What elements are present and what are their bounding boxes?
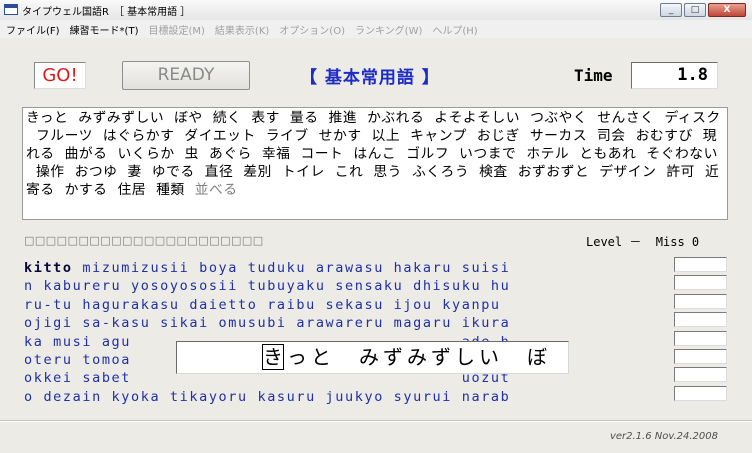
word-item: ぼや xyxy=(174,110,203,126)
word-item: ともあれ xyxy=(579,146,637,162)
version-label: ver2.1.6 Nov.24.2008 xyxy=(609,431,718,442)
romaji-line: n kabureru yosoyososii tubuyaku sensaku … xyxy=(24,278,511,295)
word-item: 幸福 xyxy=(261,146,291,162)
menu-help[interactable]: ヘルプ(H) xyxy=(432,22,477,37)
word-item: 直径 xyxy=(204,164,234,180)
typing-input[interactable]: きっと みずみずしい ぼ xyxy=(176,341,569,374)
menu-bar: ファイル(F) 練習モード*(T) 目標設定(M) 結果表示(K) オプション(… xyxy=(0,20,752,38)
word-item: 住居 xyxy=(117,182,147,198)
miss-box xyxy=(674,385,727,401)
romaji-line: kitto mizumizusii boya tuduku arawasu ha… xyxy=(24,259,654,277)
typed-romaji: kitto xyxy=(24,260,73,276)
word-item: はんこ xyxy=(353,146,397,162)
word-item: おむすび xyxy=(635,128,693,144)
menu-practice-mode[interactable]: 練習モード*(T) xyxy=(70,22,139,37)
miss-box-column xyxy=(674,257,727,404)
miss-box xyxy=(674,348,727,364)
miss-box xyxy=(674,257,727,272)
romaji-line: o dezain kyoka tikayoru kasuru juukyo sy… xyxy=(24,388,511,405)
word-item: コート xyxy=(300,146,344,162)
word-item: いつまで xyxy=(459,146,517,162)
romaji-panel: kitto mizumizusii boya tuduku arawasu ha… xyxy=(24,259,654,406)
miss-box xyxy=(674,312,727,328)
word-item: せかす xyxy=(318,128,362,144)
word-item: ライブ xyxy=(265,128,309,144)
word-item: あぐら xyxy=(208,146,252,162)
word-list: きっと みずみずしい ぼや 続く 表す 量る 推進 かぶれる よそよそしい つぶやく せんさく ディス… xyxy=(22,107,728,220)
romaji-line: ru-tu hagurakasu daietto raibu sekasu ij… xyxy=(24,296,501,313)
word-item: ダイエット xyxy=(184,128,256,144)
word-item: ゴルフ xyxy=(406,146,450,162)
word-item: 表す xyxy=(251,110,280,126)
word-item: おじぎ xyxy=(476,128,520,144)
current-char: き xyxy=(262,344,284,370)
word-item: はぐらかす xyxy=(102,128,175,144)
word-item: おずおずと xyxy=(517,164,590,180)
word-item: かぶれる xyxy=(367,110,425,126)
time-label: Time xyxy=(574,66,613,85)
word-item: つぶやく xyxy=(530,110,588,126)
menu-results[interactable]: 結果表示(K) xyxy=(215,22,269,37)
word-item: トイレ xyxy=(281,164,325,180)
go-indicator: GO! xyxy=(34,62,86,89)
word-item: 妻 xyxy=(127,164,142,180)
miss-box xyxy=(674,367,727,383)
close-button[interactable]: X xyxy=(708,3,746,17)
word-item: 種類 xyxy=(156,182,185,198)
word-item: 許可 xyxy=(666,164,695,180)
miss-box xyxy=(674,330,727,346)
time-display: 1.8 xyxy=(631,62,718,89)
title-bar: タイプウェル国語R ［ 基本常用語 ］ _ □ X xyxy=(0,0,752,21)
word-item: ホテル xyxy=(526,146,570,162)
word-item: 以上 xyxy=(371,128,401,144)
word-item: キャンプ xyxy=(410,128,467,144)
word-item: かする xyxy=(64,182,108,198)
footer-divider-highlight xyxy=(0,421,752,422)
minimize-button[interactable]: _ xyxy=(660,3,682,17)
mode-title: 【 基本常用語 】 xyxy=(300,68,440,88)
window-controls: _ □ X xyxy=(660,3,746,17)
ready-button[interactable]: READY xyxy=(122,61,250,90)
word-item: フルーツ xyxy=(36,128,93,144)
word-item: 推進 xyxy=(328,110,358,126)
word-item: いくらか xyxy=(117,146,175,162)
word-item: 量る xyxy=(289,110,319,126)
menu-file[interactable]: ファイル(F) xyxy=(6,22,60,37)
romaji-line: ojigi sa-kasu sikai omusubi arawareru ma… xyxy=(24,315,511,332)
app-icon xyxy=(4,4,18,15)
word-item: 曲がる xyxy=(64,146,108,162)
word-item: これ xyxy=(334,164,364,180)
menu-ranking[interactable]: ランキング(W) xyxy=(355,22,422,37)
word-item: きっと xyxy=(26,110,69,126)
progress-boxes: □□□□□□□□□□□□□□□□□□□□□□ xyxy=(24,234,264,247)
level-miss-status: Level － Miss 0 xyxy=(586,235,700,249)
typing-rest: っと みずみずしい ぼ xyxy=(287,345,551,369)
word-item: せんさく xyxy=(597,110,655,126)
word-item: そぐわない xyxy=(646,146,718,162)
word-item: 虫 xyxy=(184,146,199,162)
menu-goal-settings[interactable]: 目標設定(M) xyxy=(148,22,204,37)
word-item: おつゆ xyxy=(74,164,118,180)
word-item: ゆでる xyxy=(151,164,195,180)
word-item: よそよそしい xyxy=(434,110,521,126)
word-item: 司会 xyxy=(597,128,626,144)
romaji-line-rest: mizumizusii boya tuduku arawasu hakaru s… xyxy=(72,260,511,276)
maximize-button[interactable]: □ xyxy=(684,3,706,17)
word-item: みずみずしい xyxy=(78,110,165,126)
word-item: サーカス xyxy=(529,128,587,144)
word-item: 検査 xyxy=(479,164,508,180)
word-item: ふくろう xyxy=(411,164,470,180)
word-item: 差別 xyxy=(243,164,272,180)
miss-box xyxy=(674,293,727,309)
word-item: ディスク xyxy=(664,110,721,126)
word-item-pending: 並べる xyxy=(194,182,238,198)
word-item: 思う xyxy=(373,164,402,180)
menu-options[interactable]: オプション(O) xyxy=(279,22,345,37)
word-item: デザイン xyxy=(599,164,657,180)
miss-box xyxy=(674,275,727,291)
word-item: 続く xyxy=(212,110,242,126)
window-title: タイプウェル国語R ［ 基本常用語 ］ xyxy=(22,7,191,18)
word-item: 操作 xyxy=(36,164,65,180)
